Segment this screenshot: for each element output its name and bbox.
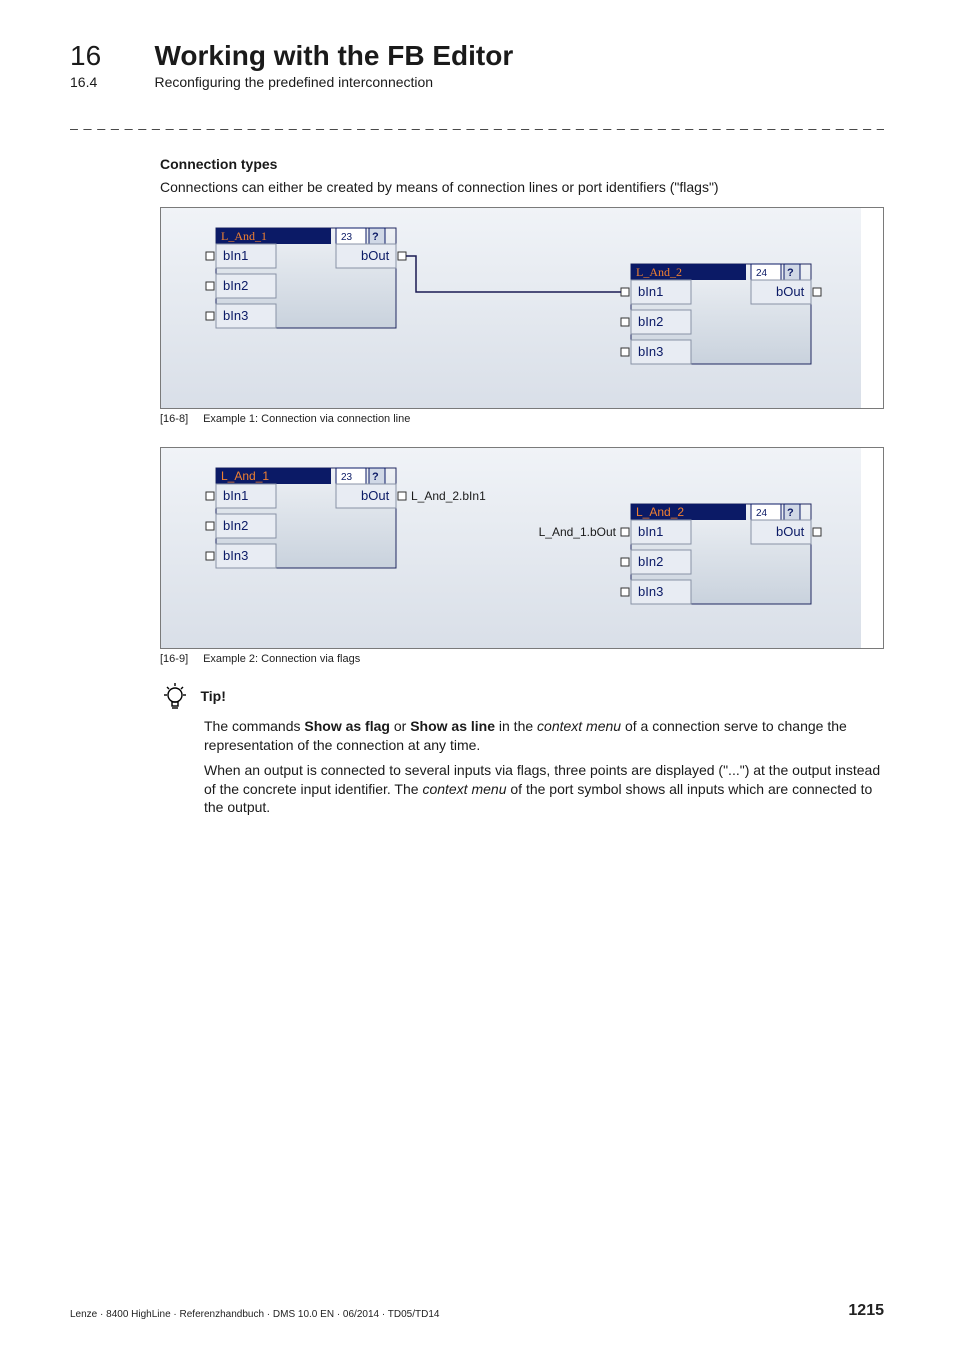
- b1-in2: bIn2: [223, 278, 248, 293]
- b1-flag-out: L_And_2.bIn1: [411, 489, 486, 503]
- block1-title: L_And_1: [221, 469, 269, 483]
- b1-out: bOut: [361, 248, 390, 263]
- b1-in3: bIn3: [223, 548, 248, 563]
- chapter-number: 16: [70, 40, 150, 72]
- chapter-title: Working with the FB Editor: [154, 40, 513, 72]
- help-icon: ?: [787, 507, 794, 519]
- block2-idx: 24: [756, 508, 768, 519]
- b2-in2: bIn2: [638, 314, 663, 329]
- b1-in1: bIn1: [223, 488, 248, 503]
- connection-types-intro: Connections can either be created by mea…: [160, 178, 884, 197]
- section-number: 16.4: [70, 74, 150, 90]
- figure-2: L_And_1 23 ? bIn1 bIn2 bIn3 bOut: [160, 447, 884, 649]
- figure-1-caption: [16-8] Example 1: Connection via connect…: [160, 413, 884, 425]
- block2-idx: 24: [756, 268, 768, 279]
- block-l-and-1: L_And_1 23 ? bIn1 bIn2 bIn3 bO: [206, 228, 406, 328]
- chapter-header: 16 Working with the FB Editor: [70, 40, 884, 72]
- block1-idx: 23: [341, 232, 353, 243]
- help-icon: ?: [787, 267, 794, 279]
- help-icon: ?: [372, 231, 379, 243]
- b1-in2: bIn2: [223, 518, 248, 533]
- b2-in1: bIn1: [638, 524, 663, 539]
- b2-in1: bIn1: [638, 284, 663, 299]
- block1-title: L_And_1: [221, 229, 267, 243]
- b2-out: bOut: [776, 524, 805, 539]
- figure-2-caption: [16-9] Example 2: Connection via flags: [160, 653, 884, 665]
- section-header: 16.4 Reconfiguring the predefined interc…: [70, 74, 884, 92]
- fig2-text: Example 2: Connection via flags: [203, 653, 360, 665]
- tip-paragraph-1: The commands Show as flag or Show as lin…: [204, 717, 884, 755]
- block2-title: L_And_2: [636, 265, 682, 279]
- main-content: Connection types Connections can either …: [160, 156, 884, 817]
- tip-block: Tip! The commands Show as flag or Show a…: [160, 681, 884, 817]
- b2-flag-in: L_And_1.bOut: [539, 525, 617, 539]
- fig1-text: Example 1: Connection via connection lin…: [203, 413, 410, 425]
- b2-in2: bIn2: [638, 554, 663, 569]
- b1-out: bOut: [361, 488, 390, 503]
- block2-title: L_And_2: [636, 505, 684, 519]
- block-l-and-2: L_And_2 24 ? bIn1 bIn2 bIn3 bOut: [621, 264, 821, 364]
- page-number: 1215: [848, 1302, 884, 1320]
- fig1-tag: [16-8]: [160, 413, 200, 425]
- page-footer: Lenze · 8400 HighLine · Referenzhandbuch…: [70, 1302, 884, 1320]
- lightbulb-icon: [160, 681, 190, 711]
- fig2-tag: [16-9]: [160, 653, 200, 665]
- document-page: 16 Working with the FB Editor 16.4 Recon…: [0, 0, 954, 1350]
- help-icon: ?: [372, 471, 379, 483]
- tip-body: The commands Show as flag or Show as lin…: [204, 717, 884, 817]
- b1-in3: bIn3: [223, 308, 248, 323]
- divider: _ _ _ _ _ _ _ _ _ _ _ _ _ _ _ _ _ _ _ _ …: [70, 114, 884, 130]
- connection-types-heading: Connection types: [160, 156, 884, 172]
- b2-out: bOut: [776, 284, 805, 299]
- b2-in3: bIn3: [638, 584, 663, 599]
- footer-meta: Lenze · 8400 HighLine · Referenzhandbuch…: [70, 1309, 439, 1320]
- section-title: Reconfiguring the predefined interconnec…: [154, 74, 433, 90]
- block1-idx: 23: [341, 472, 353, 483]
- b2-in3: bIn3: [638, 344, 663, 359]
- tip-paragraph-2: When an output is connected to several i…: [204, 761, 884, 818]
- b1-in1: bIn1: [223, 248, 248, 263]
- tip-title: Tip!: [200, 688, 225, 704]
- figure-1: L_And_1 23 ? bIn1 bIn2 bIn3 bO: [160, 207, 884, 409]
